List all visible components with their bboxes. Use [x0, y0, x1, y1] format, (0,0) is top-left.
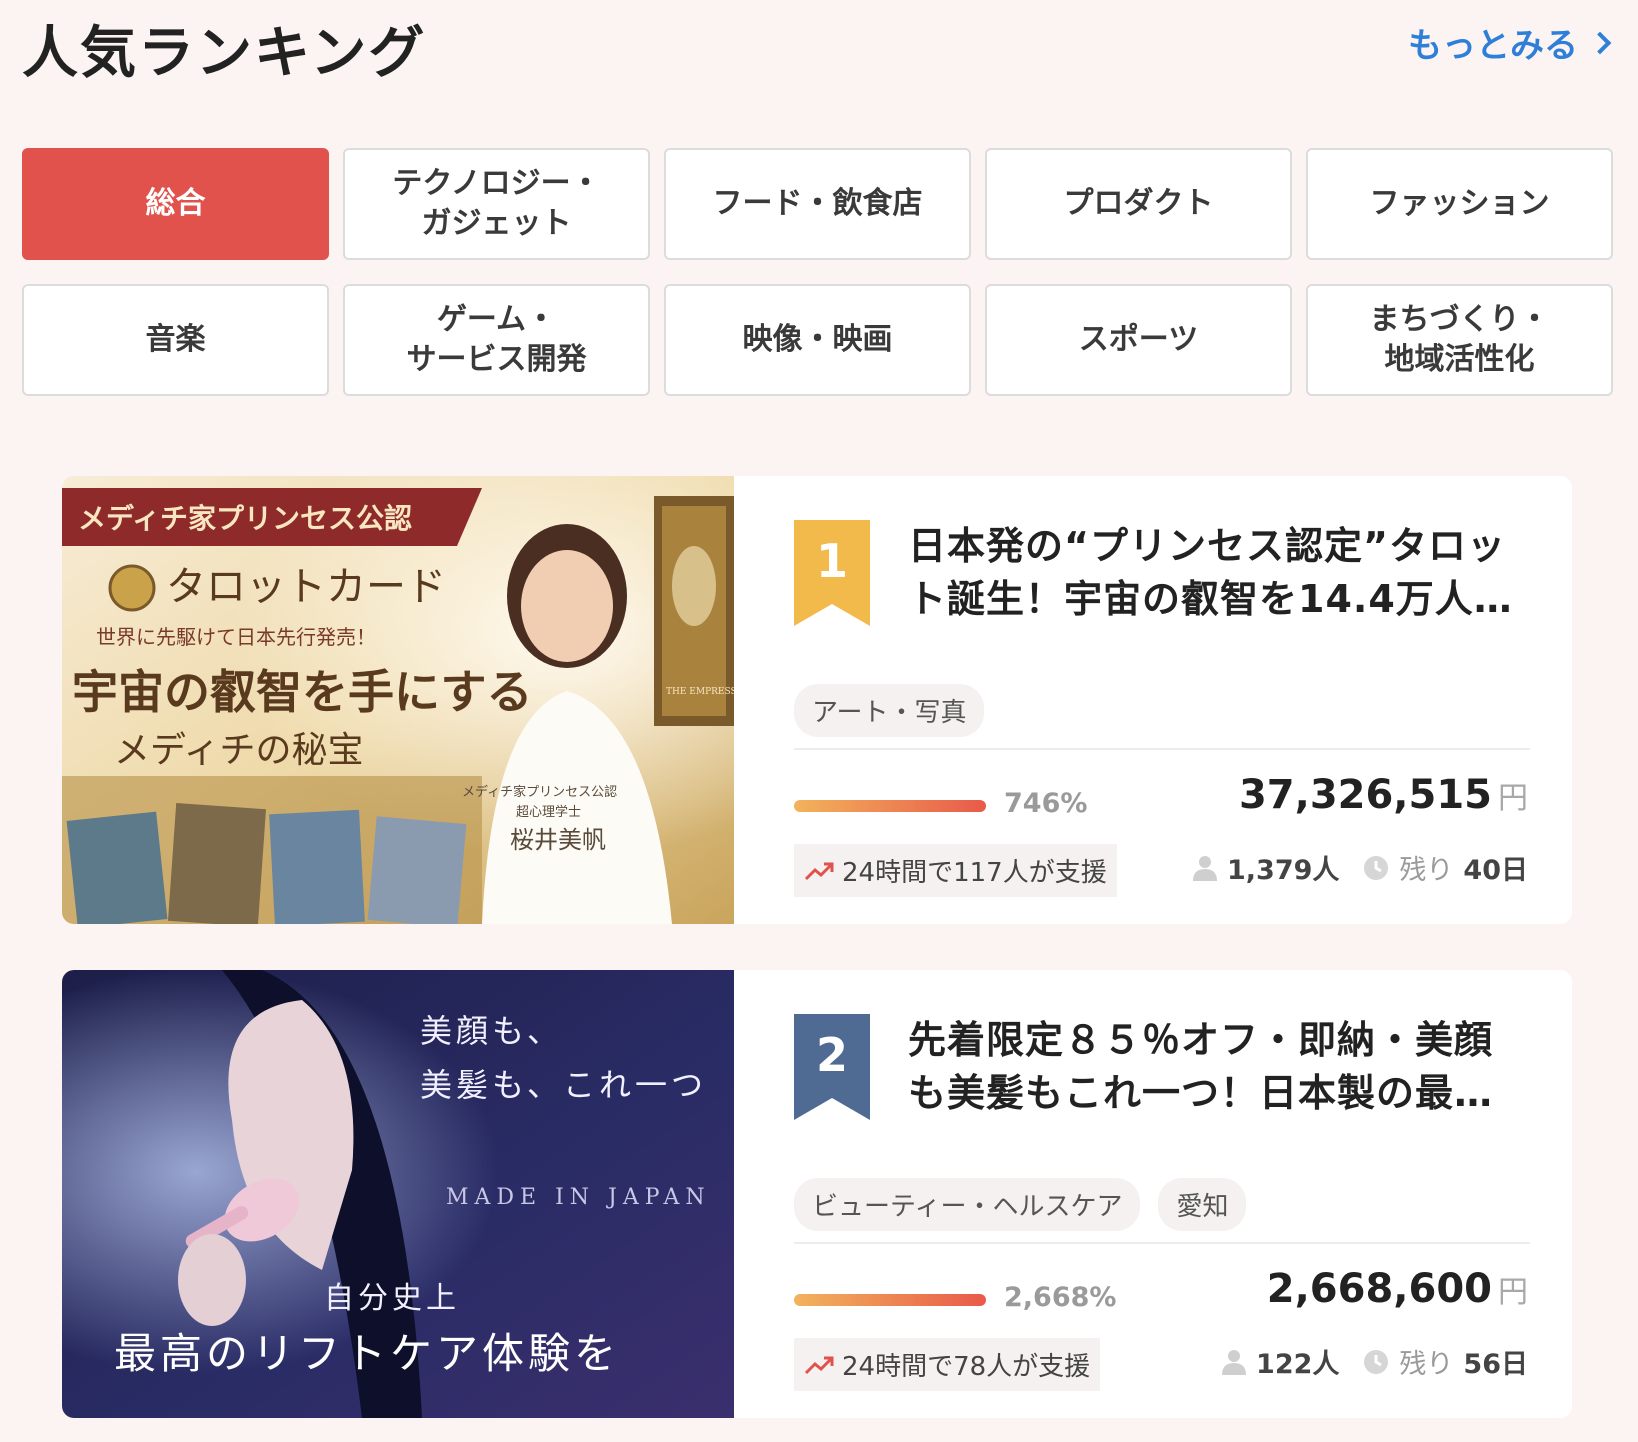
progress-percent: 2,668% — [1004, 1282, 1117, 1313]
project-tags: ビューティー・ヘルスケア 愛知 — [794, 1178, 1247, 1231]
rank-badge: 1 — [794, 520, 870, 626]
tag-chip[interactable]: ビューティー・ヘルスケア — [794, 1178, 1141, 1231]
progress-bar — [794, 1294, 986, 1306]
currency-label: 円 — [1498, 781, 1528, 816]
person-icon — [1222, 1349, 1247, 1375]
tag-chip[interactable]: アート・写真 — [794, 684, 985, 737]
trend-badge: 24時間で117人が支援 — [794, 844, 1117, 897]
rank-number: 1 — [815, 534, 848, 588]
supporters-count: 122人 — [1256, 1349, 1340, 1380]
progress-percent: 746% — [1004, 788, 1088, 819]
category-tab-overall[interactable]: 総合 — [22, 148, 329, 260]
trending-up-icon — [804, 1356, 834, 1374]
tag-chip[interactable]: 愛知 — [1158, 1178, 1247, 1231]
remaining-label: 残り — [1399, 855, 1454, 886]
ranking-header: 人気ランキング もっとみる — [22, 0, 1616, 90]
chevron-right-icon — [1588, 31, 1612, 54]
category-tab-sports[interactable]: スポーツ — [985, 284, 1292, 396]
image-banner-text: メディチ家プリンセス公認 — [78, 502, 412, 535]
remaining-days: 56日 — [1463, 1349, 1528, 1380]
trending-up-icon — [804, 862, 834, 880]
funded-amount: 37,326,515 円 — [1239, 772, 1528, 818]
remaining-label: 残り — [1399, 1349, 1454, 1380]
image-credit-line2: 超心理学士 — [516, 804, 581, 820]
project-tags: アート・写真 — [794, 684, 985, 737]
category-tab-technology[interactable]: テクノロジー・ ガジェット — [343, 148, 650, 260]
image-card-text: THE EMPRESS — [666, 687, 734, 697]
divider — [794, 1242, 1530, 1244]
project-stats: 122人 残り 56日 — [1222, 1342, 1528, 1381]
category-tabs: 総合 テクノロジー・ ガジェット フード・飲食店 プロダクト ファッション 音楽… — [22, 148, 1614, 396]
trend-text: 24時間で78人が支援 — [842, 1352, 1091, 1382]
image-headline-text: 宇宙の叡智を手にする — [72, 665, 532, 719]
trend-badge: 24時間で78人が支援 — [794, 1338, 1101, 1391]
clock-icon — [1364, 855, 1389, 880]
project-title[interactable]: 先着限定８５％オフ・即納・美顔も美髪もこれ一つ！日本製の最… — [908, 1014, 1518, 1120]
divider — [794, 748, 1530, 750]
category-tab-product[interactable]: プロダクト — [985, 148, 1292, 260]
category-tab-food[interactable]: フード・飲食店 — [664, 148, 971, 260]
progress-bar — [794, 800, 986, 812]
image-line2: 美髪も、これ一つ — [420, 1066, 707, 1104]
image-subheadline-text: メディチの秘宝 — [114, 730, 363, 771]
project-stats: 1,379人 残り 40日 — [1193, 848, 1528, 887]
see-more-link[interactable]: もっとみる — [1408, 18, 1616, 67]
category-tab-community[interactable]: まちづくり・ 地域活性化 — [1306, 284, 1613, 396]
project-title[interactable]: 日本発の“プリンセス認定”タロット誕生！宇宙の叡智を14.4万人… — [908, 520, 1518, 626]
see-more-label: もっとみる — [1408, 26, 1578, 66]
rank-number: 2 — [815, 1028, 848, 1082]
image-tagline-text: 世界に先駆けて日本先行発売！ — [96, 625, 376, 649]
image-line1: 美顔も、 — [420, 1012, 563, 1050]
ranking-card-2[interactable]: 美顔も、 美髪も、これ一つ MADE IN JAPAN 自分史上 最高のリフトケ… — [62, 970, 1572, 1418]
category-tab-movie[interactable]: 映像・映画 — [664, 284, 971, 396]
amount-value: 37,326,515 — [1238, 772, 1492, 818]
page-title: 人気ランキング — [22, 21, 427, 86]
category-tab-music[interactable]: 音楽 — [22, 284, 329, 396]
image-credit-name: 桜井美帆 — [510, 826, 606, 854]
remaining-days: 40日 — [1463, 855, 1528, 886]
project-thumbnail[interactable]: メディチ家プリンセス公認 タロットカード 世界に先駆けて日本先行発売！ 宇宙の叡… — [62, 476, 734, 924]
project-thumbnail[interactable]: 美顔も、 美髪も、これ一つ MADE IN JAPAN 自分史上 最高のリフトケ… — [62, 970, 734, 1418]
image-credit-line1: メディチ家プリンセス公認 — [462, 784, 617, 800]
amount-value: 2,668,600 — [1266, 1266, 1492, 1312]
person-icon — [1193, 855, 1218, 881]
image-made-in: MADE IN JAPAN — [446, 1185, 711, 1210]
category-tab-game[interactable]: ゲーム・ サービス開発 — [343, 284, 650, 396]
clock-icon — [1364, 1349, 1389, 1374]
ranking-card-1[interactable]: メディチ家プリンセス公認 タロットカード 世界に先駆けて日本先行発売！ 宇宙の叡… — [62, 476, 1572, 924]
image-line3: 自分史上 — [324, 1281, 460, 1316]
trend-text: 24時間で117人が支援 — [842, 858, 1107, 888]
image-line4: 最高のリフトケア体験を — [114, 1329, 620, 1378]
rank-badge: 2 — [794, 1014, 870, 1120]
funded-amount: 2,668,600 円 — [1267, 1266, 1528, 1312]
image-product-text: タロットカード — [166, 564, 446, 610]
supporters-count: 1,379人 — [1227, 855, 1340, 886]
category-tab-fashion[interactable]: ファッション — [1306, 148, 1613, 260]
currency-label: 円 — [1498, 1275, 1528, 1310]
